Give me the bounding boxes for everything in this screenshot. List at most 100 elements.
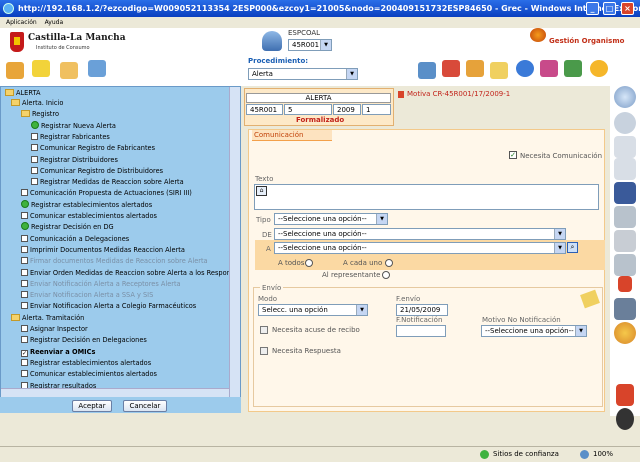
task-checkbox[interactable] — [21, 189, 28, 197]
tree-item[interactable]: Imprimir Documentos Medidas Reaccion Ale… — [21, 245, 185, 255]
tree-item[interactable]: Comunicación a Delegaciones — [21, 234, 129, 244]
task-checkbox[interactable] — [21, 336, 28, 344]
back-icon[interactable] — [614, 112, 636, 134]
notes-icon[interactable] — [32, 60, 50, 77]
tree-item[interactable]: Registrar Medidas de Reaccion sobre Aler… — [31, 177, 184, 187]
maximize-button[interactable]: □ — [603, 2, 616, 15]
tree-item[interactable]: Registrar Fabricantes — [31, 132, 110, 142]
task-checkbox[interactable] — [31, 155, 38, 163]
tree-item[interactable]: Enviar Notificación Alerta a Receptores … — [21, 279, 181, 289]
tree-item[interactable]: Alerta. Inicio — [11, 98, 63, 108]
task-checkbox[interactable] — [21, 302, 28, 310]
respuesta-checkbox[interactable] — [260, 347, 268, 355]
a-cada-uno-radio[interactable] — [385, 259, 393, 267]
tree-item[interactable]: Registro — [21, 109, 59, 119]
tree-horizontal-scrollbar[interactable] — [1, 388, 229, 397]
tree-item[interactable]: Comunicar Registro de Fabricantes — [31, 143, 155, 153]
tab-comunicacion[interactable]: Comunicación — [252, 130, 332, 141]
zoom-icon[interactable] — [614, 86, 636, 108]
task-checkbox[interactable] — [31, 166, 38, 174]
motivo-select[interactable]: --Seleccione una opción-- ▼ — [481, 325, 587, 337]
menu-ayuda[interactable]: Ayuda — [45, 19, 64, 26]
task-checkbox[interactable] — [21, 268, 28, 276]
minimize-button[interactable]: _ — [586, 2, 599, 15]
acuse-checkbox[interactable] — [260, 326, 268, 334]
copy-icon[interactable] — [614, 158, 636, 180]
menu-aplicacion[interactable]: Aplicación — [6, 19, 37, 26]
task-checkbox[interactable] — [21, 279, 28, 287]
tree-item[interactable]: Comunicar establecimientos alertados — [21, 211, 157, 221]
task-checkbox[interactable] — [21, 291, 28, 299]
close-window-button[interactable]: × — [621, 2, 634, 15]
paste-icon[interactable] — [614, 230, 636, 252]
tree-item[interactable]: Registrar establecimientos alertados — [21, 358, 151, 368]
de-select[interactable]: --Seleccione una opción-- ▼ — [274, 228, 566, 240]
al-representante-radio[interactable] — [382, 271, 390, 279]
delete-icon[interactable] — [618, 276, 632, 292]
tree-item[interactable]: Asignar Inspector — [21, 324, 88, 334]
tree-item[interactable]: Firmar documentos Medidas de Reaccion so… — [21, 256, 208, 266]
tipo-select[interactable]: --Seleccione una opción-- ▼ — [274, 213, 388, 225]
a-todos-radio[interactable] — [305, 259, 313, 267]
save-icon[interactable] — [614, 182, 636, 204]
books-icon[interactable] — [442, 60, 460, 77]
task-checkbox[interactable] — [31, 144, 38, 152]
task-checkbox[interactable] — [21, 257, 28, 265]
fnotif-input[interactable] — [396, 325, 446, 337]
mail-icon[interactable] — [490, 62, 508, 79]
accept-button[interactable]: Aceptar — [72, 400, 112, 412]
tree-item[interactable]: Comunicar establecimientos alertados — [21, 369, 157, 379]
procedure-select[interactable]: Alerta ▼ — [248, 68, 358, 80]
tree-item[interactable]: Comunicación Propuesta de Actuaciones (S… — [21, 188, 192, 198]
tree-vertical-scrollbar[interactable] — [229, 87, 240, 397]
search-icon[interactable]: ⌕ — [567, 242, 578, 253]
tree-item[interactable]: Registrar Distribuidores — [31, 155, 118, 165]
edit-icon[interactable] — [6, 62, 24, 79]
exit-icon[interactable] — [616, 408, 634, 430]
computer-icon[interactable] — [88, 60, 106, 77]
tree-item[interactable]: Enviar Notificacion Alerta a Colegio Far… — [21, 301, 196, 311]
clipboard-icon[interactable] — [614, 254, 636, 276]
task-checkbox[interactable] — [21, 325, 28, 332]
tree-item[interactable]: Enviar Notificacion Alerta a SSA y SIS — [21, 290, 153, 300]
task-checkbox[interactable] — [21, 370, 28, 378]
texto-textarea[interactable] — [254, 184, 599, 210]
gear-icon[interactable] — [614, 322, 636, 344]
attach-icon[interactable]: ⌂ — [256, 186, 267, 196]
tree-item[interactable]: Comunicar Registro de Distribuidores — [31, 166, 163, 176]
modo-select[interactable]: Selecc. una opción ▼ — [258, 304, 368, 316]
tree-item[interactable]: Enviar Orden Medidas de Reaccion sobre A… — [21, 268, 240, 278]
laptop-icon[interactable] — [418, 62, 436, 79]
gestion-organismo-icon[interactable] — [530, 28, 546, 42]
user-select[interactable]: 45R001 ▼ — [288, 39, 332, 51]
task-checkbox[interactable] — [21, 212, 28, 219]
task-checkbox[interactable] — [31, 132, 38, 140]
tree-item[interactable]: Registrar Decisión en Delegaciones — [21, 335, 147, 345]
tree-item[interactable]: ✓ Reenviar a OMICs — [21, 347, 95, 357]
a-select[interactable]: --Seleccione una opción-- ▼ — [274, 242, 566, 254]
gestion-organismo-link[interactable]: Gestión Organismo — [549, 37, 624, 45]
box-icon[interactable] — [466, 60, 484, 77]
print-icon[interactable] — [614, 298, 636, 320]
task-checkbox[interactable] — [21, 245, 28, 253]
tree-item[interactable]: Registrar Nueva Alerta — [31, 120, 116, 131]
sun-icon[interactable] — [590, 60, 608, 77]
task-checkbox[interactable] — [21, 234, 28, 242]
document-icon[interactable] — [614, 136, 636, 158]
tree-item[interactable]: Registrar establecimientos alertados — [21, 199, 152, 210]
globe-icon[interactable] — [516, 60, 534, 77]
tree-item[interactable]: Alerta. Tramitación — [11, 313, 84, 323]
task-checkbox[interactable] — [31, 178, 38, 186]
cancel-button[interactable]: Cancelar — [123, 400, 167, 412]
needs-comm-checkbox[interactable]: ✓ — [509, 151, 517, 159]
tools-icon[interactable] — [564, 60, 582, 77]
task-checkbox[interactable] — [21, 358, 28, 366]
fenvio-input[interactable]: 21/05/2009 — [396, 304, 448, 316]
scissors-icon[interactable] — [614, 206, 636, 228]
zoom-level[interactable]: 100% — [593, 447, 613, 462]
motive-label[interactable]: Motiva CR-45R001/17/2009-1 — [407, 90, 510, 98]
users-icon[interactable] — [540, 60, 558, 77]
tree-root[interactable]: ALERTA — [5, 88, 40, 98]
folder-icon[interactable] — [60, 62, 78, 79]
tree-item[interactable]: Registrar Decisión en DG — [21, 222, 114, 232]
